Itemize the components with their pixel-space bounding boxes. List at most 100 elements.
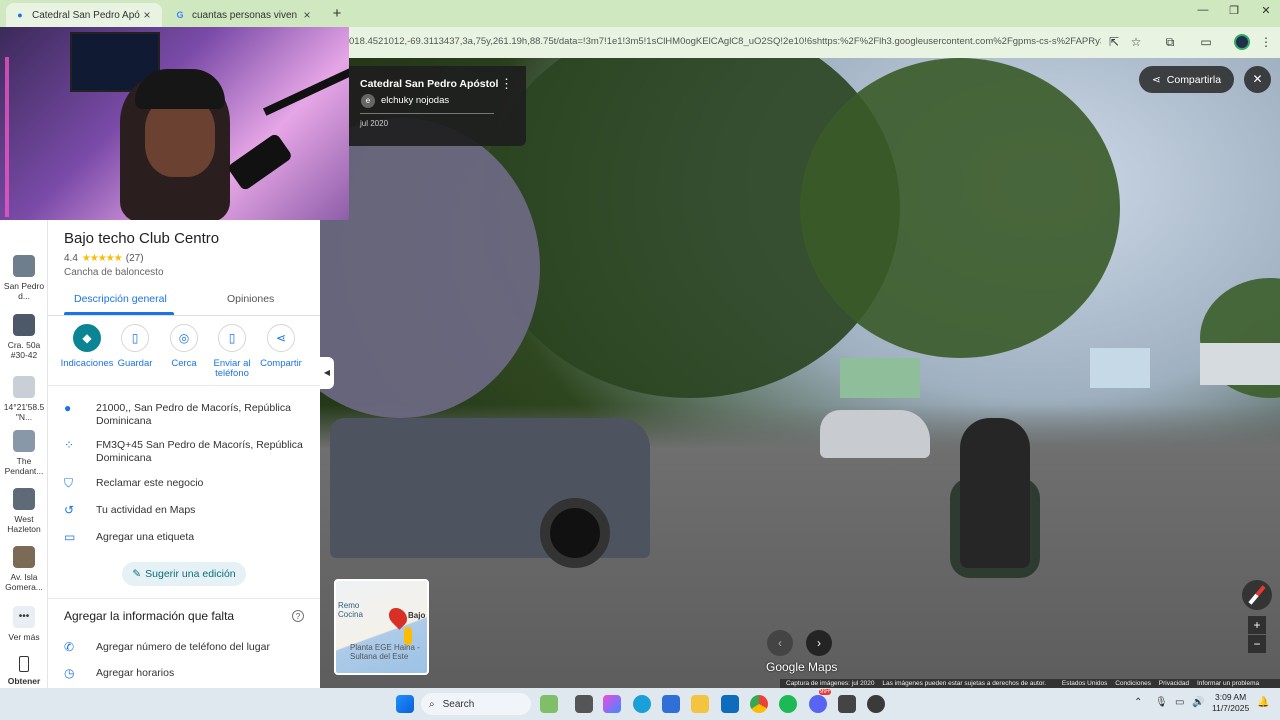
windows-start-icon[interactable]	[396, 695, 414, 713]
network-icon[interactable]: ▭	[1175, 697, 1184, 708]
add-hours-row[interactable]: ◷ Agregar horarios	[64, 667, 308, 680]
rail-label: San Pedro d...	[3, 281, 45, 301]
add-label-row[interactable]: ▭ Agregar una etiqueta	[64, 531, 308, 544]
discord-icon[interactable]: 99+	[809, 689, 832, 713]
widgets-icon[interactable]	[540, 695, 558, 713]
get-app-button[interactable]: Obtener	[0, 656, 48, 686]
save-button[interactable]: ▯ Guardar	[107, 324, 163, 369]
cast-icon[interactable]: ▭	[1198, 34, 1214, 50]
activity-row[interactable]: ↺ Tu actividad en Maps	[64, 504, 308, 517]
tree-canopy	[800, 58, 1120, 358]
footer-terms[interactable]: Condiciones	[1115, 680, 1151, 687]
maximize-icon[interactable]: ❐	[1224, 4, 1244, 17]
street-view-canvas[interactable]	[320, 58, 1280, 688]
bookmark-star-icon[interactable]: ☆	[1128, 34, 1144, 50]
sv-date[interactable]: jul 2020	[360, 119, 388, 128]
close-street-view-button[interactable]: ✕	[1244, 66, 1271, 93]
place-panel: Bajo techo Club Centro 4.4 ★★★★★ (27) Ca…	[48, 220, 320, 688]
webcam-face	[145, 97, 215, 177]
close-tab-icon[interactable]: ×	[140, 8, 154, 22]
more-dots-icon: •••	[13, 606, 35, 628]
obs-icon[interactable]	[867, 695, 885, 713]
footer-region[interactable]: Estados Unidos	[1062, 680, 1108, 687]
footer-privacy[interactable]: Privacidad	[1159, 680, 1189, 687]
profile-avatar[interactable]	[1234, 34, 1250, 50]
zoom-out-button[interactable]: −	[1248, 635, 1266, 653]
add-phone-row[interactable]: ✆ Agregar número de teléfono del lugar	[64, 641, 308, 654]
claim-business-row[interactable]: ⛉ Reclamar este negocio	[64, 477, 308, 490]
tab-overview[interactable]: Descripción general	[74, 293, 167, 305]
phone-icon: ✆	[64, 640, 75, 654]
sv-title[interactable]: Catedral San Pedro Apóstol	[360, 78, 498, 90]
chrome-icon[interactable]	[750, 695, 768, 713]
copilot-icon[interactable]	[603, 695, 621, 713]
rail-item[interactable]: Av. Isla Gomera...	[0, 546, 48, 592]
rail-label: Av. Isla Gomera...	[5, 572, 43, 592]
browser-tab-strip: ● Catedral San Pedro Apóstol - G × G cua…	[0, 0, 1280, 27]
send-to-phone-button[interactable]: ▯ Enviar al teléfono	[204, 324, 260, 379]
notification-bell-icon[interactable]: 🔔	[1257, 697, 1269, 708]
file-explorer-icon[interactable]	[691, 695, 709, 713]
clock-time: 3:09 AM	[1215, 692, 1247, 702]
install-app-icon[interactable]: ⇱	[1106, 34, 1122, 50]
place-tabs: Descripción general Opiniones	[48, 290, 320, 316]
zoom-in-button[interactable]: +	[1248, 616, 1266, 634]
rating-stars: ★★★★★	[81, 253, 123, 264]
new-tab-button[interactable]: +	[328, 5, 346, 22]
phone-icon	[19, 656, 29, 672]
rail-item[interactable]: Cra. 50a #30-42	[0, 314, 48, 360]
previous-photo-button[interactable]: ‹	[767, 630, 793, 656]
taskbar-clock[interactable]: 3:09 AM 11/7/2025	[1212, 692, 1249, 714]
plus-code-row[interactable]: ⁘ FM3Q+45 San Pedro de Macorís, Repúblic…	[64, 439, 308, 465]
rail-item[interactable]: San Pedro d...	[0, 255, 48, 301]
window-close-icon[interactable]: ✕	[1256, 4, 1276, 17]
rail-item[interactable]: 14°21'58.5 "N...	[0, 376, 48, 422]
add-phone-text: Agregar número de teléfono del lugar	[96, 641, 270, 653]
extensions-icon[interactable]: ⧉	[1162, 34, 1178, 50]
microphone-icon[interactable]: 🎙	[1155, 697, 1168, 708]
share-button[interactable]: ⋖ Compartirla	[1139, 66, 1234, 93]
share-place-button[interactable]: ⋖ Compartir	[253, 324, 309, 369]
tab-maps[interactable]: ● Catedral San Pedro Apóstol - G ×	[6, 3, 162, 27]
compass-icon[interactable]	[1242, 580, 1272, 610]
address-row[interactable]: ● 21000,, San Pedro de Macorís, Repúblic…	[64, 402, 308, 428]
tab-search[interactable]: G cuantas personas viven en bog ×	[166, 3, 322, 27]
rail-item[interactable]: The Pendant...	[0, 430, 48, 476]
user-avatar: e	[361, 94, 375, 108]
store-icon[interactable]	[662, 695, 680, 713]
share-label: Compartirla	[1166, 73, 1222, 86]
collapse-panel-button[interactable]: ◀	[320, 357, 334, 389]
minimize-icon[interactable]: —	[1193, 4, 1213, 16]
sv-user[interactable]: elchuky nojodas	[381, 95, 449, 106]
taskbar-search[interactable]: ⌕ Search	[421, 693, 531, 715]
next-photo-button[interactable]: ›	[806, 630, 832, 656]
close-tab-icon[interactable]: ×	[300, 8, 314, 22]
app-icon[interactable]	[838, 695, 856, 713]
tray-overflow-icon[interactable]: ⌃	[1134, 697, 1142, 708]
minimap[interactable]: Remo Cocina Bajo Planta EGE Haina - Sult…	[334, 579, 429, 675]
minimap-label: Planta EGE Haina - Sultana del Este	[350, 643, 420, 661]
see-more-button[interactable]: ••• Ver más	[0, 606, 48, 642]
place-category[interactable]: Cancha de baloncesto	[64, 267, 164, 278]
clock-icon: ◷	[64, 666, 75, 680]
action-label: Compartir	[260, 358, 302, 369]
suggest-edit-button[interactable]: ✎ Sugerir una edición	[122, 562, 246, 586]
review-count[interactable]: (27)	[126, 253, 144, 264]
edge-icon[interactable]	[633, 695, 651, 713]
google-maps-logo: Google Maps	[766, 660, 838, 674]
task-view-icon[interactable]	[575, 695, 593, 713]
add-label-text: Agregar una etiqueta	[96, 531, 195, 543]
tab-reviews[interactable]: Opiniones	[227, 293, 274, 305]
more-options-icon[interactable]: ⋮	[500, 76, 513, 92]
outlook-icon[interactable]	[721, 695, 739, 713]
webcam-microphone	[226, 132, 294, 192]
rail-item[interactable]: West Hazleton	[0, 488, 48, 534]
spotify-icon[interactable]	[779, 695, 797, 713]
directions-icon: ◆	[73, 324, 101, 352]
search-icon: ⌕	[429, 698, 435, 710]
help-icon[interactable]: ?	[292, 610, 304, 622]
footer-report[interactable]: Informar un problema	[1197, 680, 1259, 687]
menu-icon[interactable]: ⋮	[1258, 34, 1274, 50]
address-bar[interactable]: 018.4521012,-69.3113437,3a,75y,261.19h,8…	[349, 31, 1101, 53]
volume-icon[interactable]: 🔊	[1192, 697, 1204, 708]
